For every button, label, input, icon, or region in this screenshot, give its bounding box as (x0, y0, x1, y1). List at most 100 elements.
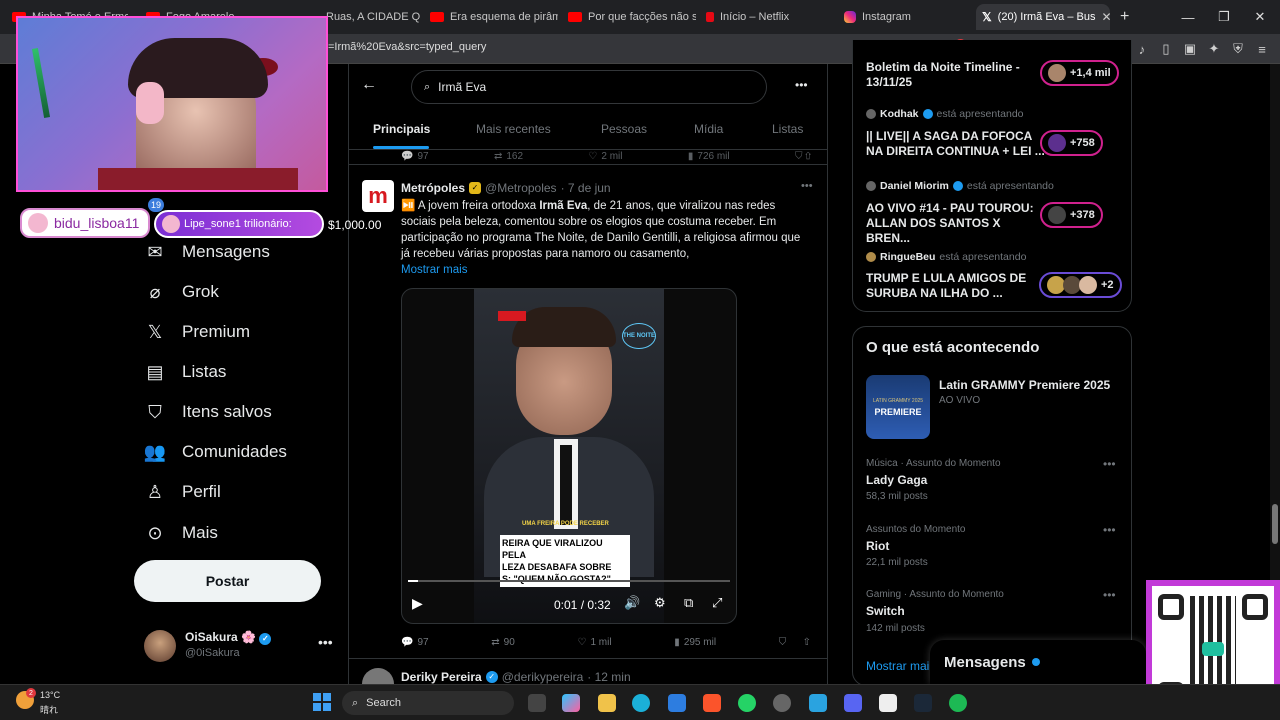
store-icon[interactable] (668, 694, 686, 712)
whatsapp-icon[interactable] (738, 694, 756, 712)
new-tab-button[interactable]: + (1114, 4, 1136, 30)
browser-tab[interactable]: Ruas, A CIDADE QUE DI (320, 4, 420, 30)
bookmark-share[interactable]: ⛉ ⇧ (795, 148, 811, 164)
live-listeners-pill[interactable]: +378 (1040, 202, 1103, 228)
capcut-icon[interactable] (879, 694, 897, 712)
repost-button[interactable]: ⇄ 162 (494, 148, 523, 164)
vpn-icon[interactable]: ⛨ (1230, 41, 1246, 57)
more-options-icon[interactable]: ••• (795, 78, 808, 92)
show-more-link[interactable]: Mostrar mais (401, 264, 467, 276)
sidebar-icon[interactable]: ▯ (1158, 41, 1174, 57)
discord-icon[interactable] (844, 694, 862, 712)
event-image[interactable]: LATIN GRAMMY 2025 PREMIERE (866, 375, 930, 439)
steam-icon[interactable] (914, 694, 932, 712)
more-options-icon[interactable]: ••• (1103, 588, 1116, 602)
edge-icon[interactable] (632, 694, 650, 712)
more-options-icon[interactable]: ••• (318, 634, 333, 650)
live-title[interactable]: Boletim da Noite Timeline - 13/11/25 (866, 60, 1046, 90)
reply-button[interactable]: 💬 97 (401, 634, 429, 650)
play-icon[interactable]: ▶ (412, 595, 423, 612)
copilot-icon[interactable] (562, 694, 580, 712)
media-icon[interactable]: ♪ (1134, 41, 1150, 57)
nav-item-bookmarks[interactable]: ⛉ Itens salvos (144, 394, 272, 430)
bookmark-share[interactable]: ⛉ ⇧ (779, 634, 811, 650)
live-listeners-pill[interactable]: +1,4 mil (1040, 60, 1119, 86)
tab-midia[interactable]: Mídia (694, 122, 723, 136)
nav-item-communities[interactable]: 👥 Comunidades (144, 434, 287, 470)
volume-icon[interactable]: 🔊 (624, 595, 640, 611)
settings-icon[interactable]: ⚙ (654, 595, 666, 611)
leo-icon[interactable]: ✦ (1206, 41, 1222, 57)
restore-icon[interactable]: ❐ (1206, 0, 1242, 34)
views-button[interactable]: ▮ 295 mil (674, 634, 716, 650)
decoration-tree (31, 48, 51, 118)
close-window-icon[interactable]: ✕ (1242, 0, 1278, 34)
nav-item-lists[interactable]: ▤ Listas (144, 354, 226, 390)
pip-icon[interactable]: ⧉ (684, 595, 693, 611)
avatar[interactable]: m (362, 180, 394, 212)
like-button[interactable]: ♡ 1 mil (578, 634, 612, 650)
browser-tab-active[interactable]: 𝕏 (20) Irmã Eva – Bus ✕ (976, 4, 1110, 30)
minimize-icon[interactable]: — (1170, 0, 1206, 34)
tab-listas[interactable]: Listas (772, 122, 803, 136)
event-title[interactable]: Latin GRAMMY Premiere 2025 (939, 378, 1110, 392)
more-options-icon[interactable]: ••• (1103, 523, 1116, 537)
tab-mais-recentes[interactable]: Mais recentes (476, 122, 551, 136)
repost-button[interactable]: ⇄ 90 (491, 634, 515, 650)
video-progress-track[interactable] (408, 580, 730, 582)
author-name[interactable]: Metrópoles (401, 181, 465, 195)
prev-tweet-actions: 💬 97 ⇄ 162 ♡ 2 mil ▮ 726 mil ⛉ ⇧ (401, 148, 811, 164)
trend-name[interactable]: Switch (866, 604, 905, 618)
browser-tab[interactable]: Era esquema de pirâmi (424, 4, 558, 30)
nav-item-messages[interactable]: ✉ Mensagens (144, 234, 269, 270)
windows-start-icon[interactable] (313, 693, 331, 711)
live-listeners-pill[interactable]: +2 (1039, 272, 1122, 298)
task-view-icon[interactable] (528, 694, 546, 712)
views-button[interactable]: ▮ 726 mil (688, 148, 730, 164)
browser-tab[interactable]: Instagram (838, 4, 972, 30)
tweet-time[interactable]: · 7 de jun (561, 181, 611, 195)
brave-icon[interactable] (703, 694, 721, 712)
author-handle[interactable]: @Metropoles (485, 181, 557, 195)
browser-tab[interactable]: Por que facções não sã (562, 4, 696, 30)
scrollbar-thumb[interactable] (1272, 504, 1278, 544)
instagram-icon (844, 11, 856, 23)
wallet-icon[interactable]: ▣ (1182, 41, 1198, 57)
account-switcher[interactable]: OiSakura 🌸 ✓ @0iSakura ••• (144, 628, 334, 664)
live-listeners-pill[interactable]: +758 (1040, 130, 1103, 156)
nav-item-premium[interactable]: 𝕏 Premium (144, 314, 250, 350)
fullscreen-icon[interactable]: ⤢ (712, 595, 722, 611)
tab-principais[interactable]: Principais (373, 122, 430, 136)
file-explorer-icon[interactable] (598, 694, 616, 712)
show-more-link[interactable]: Mostrar mai (866, 659, 929, 673)
reply-button[interactable]: 💬 97 (401, 148, 429, 164)
chatgpt-icon[interactable] (773, 694, 791, 712)
live-title[interactable]: TRUMP E LULA AMIGOS DE SURUBA NA ILHA DO… (866, 271, 1046, 301)
menu-icon[interactable]: ≡ (1254, 41, 1270, 57)
avatar (1079, 276, 1097, 294)
video-player[interactable]: THE NOITE UMA FREIRA PODE RECEBER REIRA … (401, 288, 737, 624)
trend-name[interactable]: Lady Gaga (866, 473, 927, 487)
nav-item-grok[interactable]: ⌀ Grok (144, 274, 219, 310)
live-title[interactable]: || LIVE|| A SAGA DA FOFOCA NA DIREITA CO… (866, 129, 1046, 159)
trend-name[interactable]: Riot (866, 539, 889, 553)
messages-drawer[interactable]: Mensagens (930, 640, 1146, 684)
panel-title: O que está acontecendo (866, 339, 1040, 356)
browser-tab[interactable]: Início – Netflix (700, 4, 834, 30)
more-options-icon[interactable]: ••• (1103, 457, 1116, 471)
search-input[interactable]: ⌕ Irmã Eva (411, 70, 767, 104)
tab-pessoas[interactable]: Pessoas (601, 122, 647, 136)
nav-item-profile[interactable]: ♙ Perfil (144, 474, 221, 510)
taskbar-search[interactable]: ⌕ Search (342, 691, 514, 715)
avatar[interactable] (362, 668, 394, 684)
telegram-icon[interactable] (809, 694, 827, 712)
like-button[interactable]: ♡ 2 mil (588, 148, 622, 164)
live-title[interactable]: AO VIVO #14 - PAU TOUROU: ALLAN DOS SANT… (866, 201, 1046, 246)
close-tab-icon[interactable]: ✕ (1102, 10, 1111, 24)
more-options-icon[interactable]: ••• (801, 180, 813, 192)
nav-item-more[interactable]: ⊙ Mais (144, 515, 217, 551)
post-button[interactable]: Postar (134, 560, 321, 602)
back-arrow-icon[interactable]: ← (361, 76, 377, 94)
spotify-icon[interactable] (949, 694, 967, 712)
url-text[interactable]: =Irmã%20Eva&src=typed_query (328, 41, 486, 53)
